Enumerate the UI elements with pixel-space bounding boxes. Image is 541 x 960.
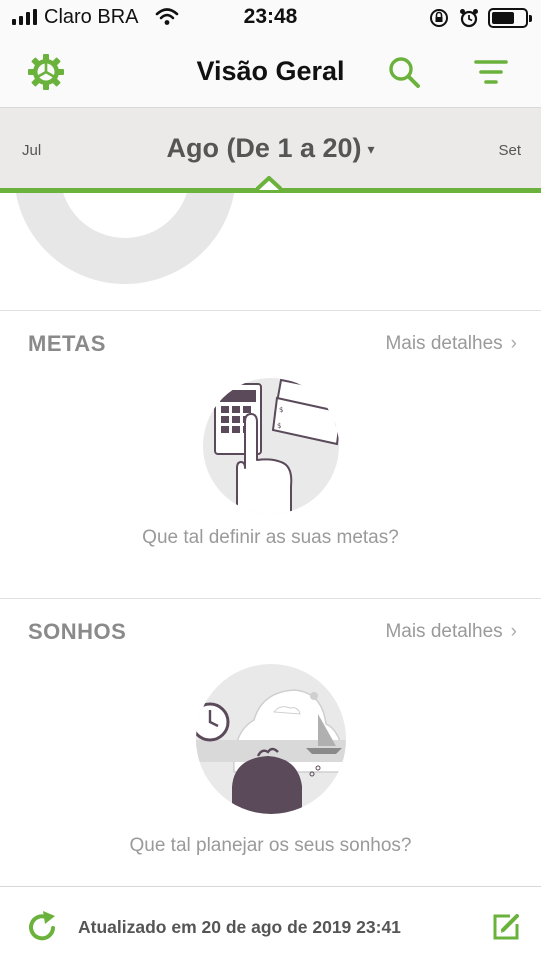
chevron-right-icon: › <box>510 621 517 642</box>
search-button[interactable] <box>382 50 426 94</box>
rotation-lock-icon <box>428 7 450 34</box>
chevron-right-icon: › <box>510 333 517 354</box>
next-month-button[interactable]: Set <box>498 142 521 159</box>
alarm-icon <box>458 7 480 34</box>
sonhos-details-label: Mais detalhes <box>385 621 503 642</box>
footer-bar: Atualizado em 20 de ago de 2019 23:41 <box>0 886 541 960</box>
month-pointer-icon <box>256 176 282 190</box>
last-updated-label: Atualizado em 20 de ago de 2019 23:41 <box>78 917 401 937</box>
filter-icon <box>474 60 508 84</box>
refresh-button[interactable] <box>22 907 62 947</box>
donut-chart-fragment <box>15 193 235 284</box>
svg-text:$: $ <box>277 422 281 430</box>
edit-button[interactable] <box>486 907 526 947</box>
sonhos-caption[interactable]: Que tal planejar os seus sonhos? <box>0 835 541 857</box>
page-title: Visão Geral <box>196 56 345 86</box>
metas-title: METAS <box>28 331 106 356</box>
battery-icon <box>488 8 532 28</box>
sonhos-section: SONHOS Mais detalhes › Que tal planejar o… <box>0 599 541 886</box>
current-month-button[interactable]: Ago (De 1 a 20) ▾ <box>0 133 541 164</box>
svg-text:$: $ <box>279 406 283 414</box>
metas-section: METAS Mais detalhes › $ $ Que tal definir… <box>0 311 541 599</box>
month-selector: Jul Ago (De 1 a 20) ▾ Set <box>0 108 541 193</box>
search-icon <box>389 57 420 88</box>
metas-details-link[interactable]: Mais detalhes › <box>385 333 517 355</box>
sonhos-title: SONHOS <box>28 619 127 644</box>
nav-bar: Visão Geral <box>0 36 541 108</box>
sonhos-details-link[interactable]: Mais detalhes › <box>385 621 517 643</box>
dream-illustration <box>195 664 346 814</box>
metas-details-label: Mais detalhes <box>385 333 503 354</box>
current-month-label: Ago (De 1 a 20) <box>166 133 362 163</box>
refresh-icon <box>29 911 55 941</box>
status-bar: Claro BRA 23:48 <box>0 0 541 36</box>
calculator-illustration: $ $ <box>202 378 339 514</box>
edit-icon <box>493 914 519 940</box>
caret-down-icon: ▾ <box>367 141 375 158</box>
overview-chart-area <box>0 193 541 311</box>
metas-caption[interactable]: Que tal definir as suas metas? <box>0 527 541 549</box>
filter-button[interactable] <box>469 50 513 94</box>
